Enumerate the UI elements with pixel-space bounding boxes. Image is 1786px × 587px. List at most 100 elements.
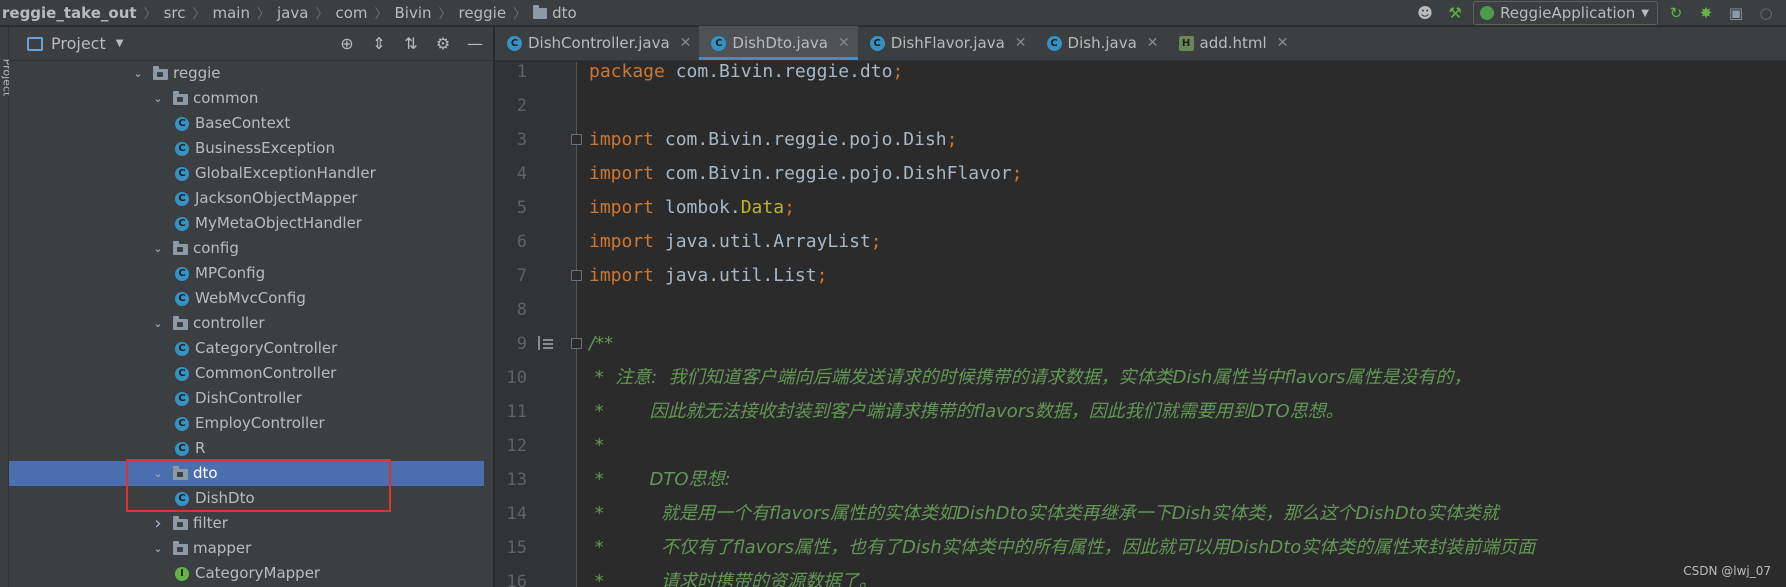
chevron-down-icon[interactable]: ▼ [116, 38, 124, 49]
chevron-down-icon[interactable]: ⌄ [151, 86, 165, 111]
code-text: import java.util.ArrayList; [589, 225, 882, 259]
fold-marker-icon[interactable] [571, 270, 582, 281]
tree-item-CategoryMapper[interactable]: I CategoryMapper [9, 561, 484, 586]
breadcrumb-item[interactable]: java [277, 4, 308, 22]
rendered-doc-icon[interactable] [538, 336, 554, 350]
chevron-down-icon[interactable]: ⌄ [151, 311, 165, 336]
tree-label: DishController [195, 389, 302, 407]
tree-item-MyMetaObjectHandler[interactable]: C MyMetaObjectHandler [9, 211, 484, 236]
expand-all-icon[interactable]: ⇕ [367, 32, 391, 54]
close-icon[interactable]: ✕ [1277, 35, 1289, 51]
fold-marker-icon[interactable] [571, 134, 582, 145]
close-icon[interactable]: ✕ [1015, 35, 1027, 51]
tree-label: MPConfig [195, 264, 266, 282]
code-text: * 因此就无法接收封装到客户端请求携带的flavors数据，因此我们就需要用到D… [589, 395, 1344, 429]
tree-item-BaseContext[interactable]: C BaseContext [9, 111, 484, 136]
gear-icon[interactable]: ⚙ [431, 32, 455, 54]
minimize-icon[interactable]: — [463, 32, 487, 54]
coverage-icon[interactable]: ▣ [1724, 2, 1748, 24]
tree-label: filter [193, 514, 228, 532]
chevron-right-icon[interactable]: › [151, 511, 165, 536]
tree-item-WebMvcConfig[interactable]: C WebMvcConfig [9, 286, 484, 311]
code-line: 16 * 请求时携带的资源数据了。 [495, 565, 1786, 587]
fold-marker-icon[interactable] [571, 338, 582, 349]
tree-label: GlobalExceptionHandler [195, 164, 376, 182]
interface-icon: I [175, 567, 189, 581]
tree-label: WebMvcConfig [195, 289, 306, 307]
tree-folder-controller[interactable]: ⌄ controller [9, 311, 484, 336]
folder-icon [533, 4, 548, 19]
close-icon[interactable]: ✕ [1147, 35, 1159, 51]
tree-item-BusinessException[interactable]: C BusinessException [9, 136, 484, 161]
code-token: Data [740, 197, 785, 218]
run-configuration-select[interactable]: ReggieApplication ▼ [1473, 1, 1658, 25]
breadcrumb-label: Bivin [394, 3, 432, 22]
close-icon[interactable]: ✕ [838, 35, 850, 51]
code-text: * 就是用一个有flavors属性的实体类如DishDto实体类再继承一下Dis… [589, 497, 1499, 531]
project-panel-header: Project ▼ ⊕ ⇕ ⇅ ⚙ — [9, 27, 493, 61]
user-icon[interactable]: ☻ [1413, 2, 1437, 24]
package-folder-icon [173, 241, 188, 255]
breadcrumb-item[interactable]: dto [533, 4, 577, 22]
tree-item-GlobalExceptionHandler[interactable]: C GlobalExceptionHandler [9, 161, 484, 186]
breadcrumb-label: reggie_take_out [2, 3, 137, 22]
chevron-down-icon[interactable]: ⌄ [131, 61, 145, 86]
tree-item-DishController[interactable]: C DishController [9, 386, 484, 411]
breadcrumb-separator-icon: 〉 [438, 7, 452, 22]
locate-icon[interactable]: ⊕ [335, 32, 359, 54]
breadcrumb-item[interactable]: main [213, 4, 250, 22]
collapse-all-icon[interactable]: ⇅ [399, 32, 423, 54]
code-line: 5 import lombok.Data; [495, 191, 1786, 225]
tree-label: JacksonObjectMapper [195, 189, 358, 207]
breadcrumb-item[interactable]: Bivin [395, 4, 432, 22]
tree-label: MyMetaObjectHandler [195, 214, 362, 232]
tree-item-R[interactable]: CR [9, 436, 484, 461]
breadcrumb-item[interactable]: com [335, 4, 367, 22]
debug-icon[interactable]: ✸ [1694, 2, 1718, 24]
code-token: import [589, 231, 665, 252]
tree-item-CategoryController[interactable]: C CategoryController [9, 336, 484, 361]
close-icon[interactable]: ✕ [680, 35, 692, 51]
chevron-down-icon[interactable]: ⌄ [151, 536, 165, 561]
line-number: 4 [516, 164, 527, 184]
tree-folder-common[interactable]: ⌄ common [9, 86, 484, 111]
breadcrumb-label: main [212, 3, 250, 22]
tree-label: CommonController [195, 364, 337, 382]
code-line: 3 import com.Bivin.reggie.pojo.Dish; [495, 123, 1786, 157]
tree-label: BaseContext [195, 114, 291, 132]
tab-label: DishFlavor.java [890, 34, 1005, 52]
line-number: 11 [506, 402, 527, 422]
tree-label: controller [193, 314, 265, 332]
tree-scrollbar[interactable] [493, 152, 494, 457]
line-number: 16 [506, 572, 527, 587]
tree-folder-config[interactable]: ⌄ config [9, 236, 484, 261]
breadcrumb-item[interactable]: reggie_take_out [2, 4, 137, 22]
tree-item-MPConfig[interactable]: C MPConfig [9, 261, 484, 286]
code-line: 7 import java.util.List; [495, 259, 1786, 293]
tree-label: R [195, 439, 206, 457]
tree-item-JacksonObjectMapper[interactable]: C JacksonObjectMapper [9, 186, 484, 211]
code-token: * 就是用一个有flavors属性的实体类如DishDto实体类再继承一下Dis… [589, 503, 1499, 524]
package-folder-icon [173, 91, 188, 105]
tree-item-EmployController[interactable]: C EmployController [9, 411, 484, 436]
chevron-down-icon[interactable]: ⌄ [151, 236, 165, 261]
code-editor[interactable]: 1 package com.Bivin.reggie.dto; 2 3 import c… [495, 61, 1786, 587]
tree-folder-filter[interactable]: › filter [9, 511, 484, 536]
breadcrumb-item[interactable]: reggie [459, 4, 507, 22]
code-line: 13 * DTO思想: [495, 463, 1786, 497]
class-icon: C [175, 192, 189, 206]
breadcrumb-item[interactable]: src [164, 4, 186, 22]
html-file-icon: H [1178, 35, 1194, 51]
tree-item-CommonController[interactable]: C CommonController [9, 361, 484, 386]
tree-folder-mapper[interactable]: ⌄ mapper [9, 536, 484, 561]
project-panel-title[interactable]: Project [51, 34, 106, 53]
breadcrumb-label: reggie [458, 3, 507, 22]
breadcrumb-label: com [335, 3, 368, 22]
profile-icon[interactable]: ○ [1754, 2, 1778, 24]
breadcrumb: reggie_take_out 〉 src 〉 main 〉 java 〉 com 〉 Bivin 〉… [0, 0, 577, 26]
tree-label: reggie [173, 64, 221, 82]
tree-folder-reggie[interactable]: ⌄ reggie [9, 61, 484, 86]
java-class-icon: C [1046, 35, 1062, 51]
build-hammer-icon[interactable]: ⚒ [1443, 2, 1467, 24]
rerun-icon[interactable]: ↻ [1664, 2, 1688, 24]
